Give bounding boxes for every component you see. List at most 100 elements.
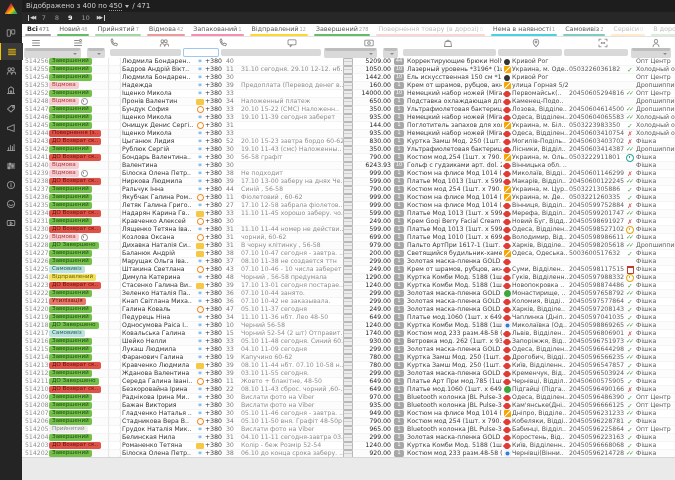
page-end-dropdown[interactable]: 450 [109, 2, 122, 11]
tab-label: Прийнятий [97, 25, 134, 33]
filter-ttn[interactable] [564, 49, 628, 56]
tab-Нема в наявності[interactable]: Нема в наявності1 [488, 24, 560, 36]
filter-product[interactable] [403, 49, 496, 56]
filter-price[interactable] [324, 48, 377, 58]
sidebar-item-kanban-icon[interactable] [0, 24, 22, 41]
ttn-status-ok-icon: ✓ [627, 378, 632, 386]
status-clock-icon [81, 98, 88, 105]
filter-city[interactable] [498, 49, 562, 56]
page-number-8[interactable]: 8 [55, 14, 59, 22]
snowflake-icon: * [198, 61, 202, 65]
sidebar-item-info-icon[interactable] [0, 176, 22, 193]
quantity-badge: 1 [394, 122, 404, 129]
order-source: Фішка [636, 354, 675, 361]
sidebar-item-megaphone-icon[interactable] [0, 119, 22, 136]
sidebar-item-building-icon[interactable] [0, 81, 22, 98]
column-header-agent-icon[interactable] [636, 38, 675, 48]
tab-В дорозі додому[interactable]: В дорозі додому0 [648, 24, 675, 36]
column-header-comment-icon[interactable] [241, 38, 343, 48]
carrier-np-icon [503, 275, 511, 281]
column-header-money-icon[interactable] [343, 38, 394, 48]
order-comment: 05.10 11-37 сегодня [241, 306, 343, 313]
order-source: Фішка [636, 314, 675, 321]
order-count: 38 [226, 170, 241, 177]
filter-phone[interactable] [183, 48, 219, 57]
page-number-10[interactable]: 10 [82, 14, 90, 22]
app-logo-icon[interactable] [5, 3, 18, 14]
tab-Самовивіз[interactable]: Самовивіз2 [560, 24, 608, 36]
client-phone: +380 [205, 450, 226, 457]
tab-Всі[interactable]: Всі471 [22, 24, 54, 36]
tab-label: Сервіси [613, 25, 639, 33]
sidebar-item-orders-list-icon[interactable] [0, 43, 23, 60]
column-header-phone-icon[interactable] [205, 38, 241, 48]
order-total: 949.00 [354, 410, 394, 417]
order-comment: 05.10 11-50 вня. Графіт 48-50р [241, 418, 343, 425]
column-header-bag-icon[interactable] [394, 38, 502, 48]
client-name: Рублюк Сергій [122, 146, 195, 153]
delivery-city: Украина, м. Оде.. [512, 66, 569, 73]
page-number-7[interactable]: 7 [42, 14, 46, 22]
product-name: Светящийся будильник-хамеле.. [407, 250, 502, 257]
filter-status[interactable] [24, 48, 81, 58]
tab-Завершений[interactable]: Завершений278 [311, 24, 374, 36]
product-name: Золотая маска-пленка GOLD C.. [407, 370, 502, 377]
payment-icon [343, 178, 353, 186]
product-name: Костюм на флисе Мод 1014 (1ш.. [407, 194, 502, 201]
order-status: ДО Возврат ск.. [49, 442, 106, 449]
page-number-9[interactable]: 9 [68, 14, 73, 22]
filter-name[interactable] [110, 49, 181, 56]
snowflake-icon: * [198, 325, 202, 329]
filter-qty[interactable] [383, 48, 398, 58]
sidebar-item-chart-icon[interactable] [0, 138, 22, 155]
carrier-np-icon [503, 131, 511, 137]
tracking-number: 20450596214728 [569, 450, 624, 457]
carrier-grn-icon [504, 290, 511, 297]
delivery-city: Кобеляки, Відді.. [512, 418, 569, 425]
product-name: Куртка Замш Мод. 250 (1шт. x 7.. [407, 362, 502, 369]
column-header-status-icon[interactable] [49, 38, 106, 48]
quantity-badge: 1 [394, 106, 404, 113]
tab-underline [191, 34, 243, 36]
client-name: Жданова Валентина [122, 370, 195, 377]
column-header-pin-icon[interactable] [502, 38, 569, 48]
column-header-rows-icon[interactable] [22, 38, 49, 48]
column-header-incoming-call-icon[interactable] [106, 38, 122, 48]
sidebar-item-support-icon[interactable] [0, 195, 22, 212]
client-phone: +380 [205, 362, 226, 369]
sidebar-item-tags-icon[interactable] [0, 100, 22, 117]
tab-Відправлений[interactable]: Відправлений12 [247, 24, 311, 36]
client-phone: +380 [205, 138, 226, 145]
column-header-scan-icon[interactable] [569, 38, 636, 48]
ttn-status-fail-icon: ✗ [627, 218, 632, 226]
filter-comment[interactable] [221, 49, 321, 56]
last-page-button[interactable]: ▶▶ [97, 15, 105, 21]
filter-country[interactable] [87, 48, 105, 58]
column-header-users-icon[interactable] [122, 38, 205, 48]
filter-source[interactable] [631, 48, 671, 58]
tab-Запакований[interactable]: Запакований1 [188, 24, 246, 36]
tracking-number: 20450596486390 [569, 394, 624, 401]
carrier-np-icon [503, 395, 511, 401]
sidebar-item-users-icon[interactable] [0, 62, 22, 79]
country-flag-icon [106, 210, 122, 217]
snowflake-icon: * [198, 149, 202, 153]
first-page-button[interactable]: ◀◀ [28, 15, 35, 21]
country-flag-icon [106, 194, 122, 201]
tab-Повернення товару (в дорозі)[interactable]: Повернення товару (в дорозі)0 [373, 24, 487, 36]
order-id: 514222 [22, 290, 49, 297]
ttn-status-ok-icon: ✓ [627, 298, 632, 306]
product-name: Ветровка мод. 262 (1шт. x 930.0.. [407, 338, 502, 345]
tab-Новий[interactable]: Новий48 [54, 24, 92, 36]
tab-underline [57, 34, 89, 36]
carrier-np-icon [503, 115, 511, 121]
sidebar-item-video-icon[interactable] [0, 214, 22, 231]
license-badge-icon [196, 99, 204, 105]
tab-underline [563, 34, 605, 36]
tab-Сервіси[interactable]: Сервіси0 [608, 24, 648, 36]
ttn-status-ok2-icon: ✓✓ [626, 146, 634, 153]
quantity-badge: 1 [394, 138, 404, 145]
sidebar-item-sliders-icon[interactable] [0, 157, 22, 174]
tab-Відмова[interactable]: Відмова42 [144, 24, 188, 36]
tab-Прийнятий[interactable]: Прийнятий7 [92, 24, 143, 36]
